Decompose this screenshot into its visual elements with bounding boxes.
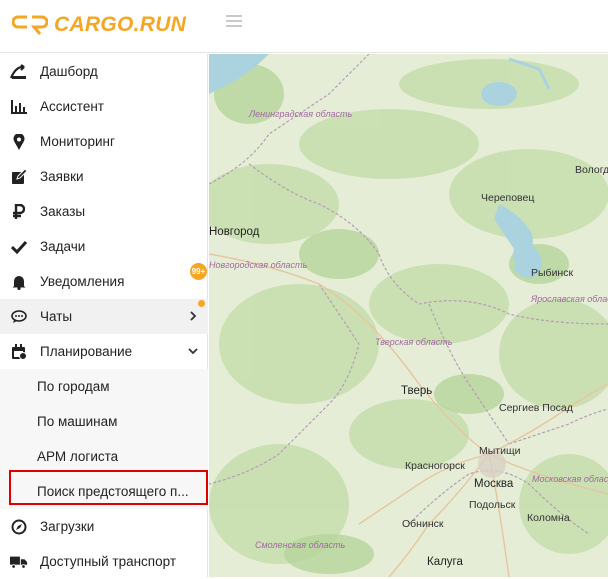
notifications-badge: 99+: [190, 263, 207, 280]
map-city-label: Красногорск: [405, 460, 465, 472]
chats-unread-dot: [198, 300, 205, 307]
map-city-label: Подольск: [469, 499, 516, 511]
sidebar-item-label: Планирование: [40, 344, 133, 359]
map-city-label: Тверь: [401, 385, 433, 397]
chat-icon: [10, 308, 28, 326]
map-city-label: Мытищи: [479, 445, 521, 457]
map-city-label: Калуга: [427, 556, 463, 568]
submenu-item-logist-workstation[interactable]: АРМ логиста: [0, 439, 208, 474]
sidebar-item-requests[interactable]: Заявки: [0, 159, 208, 194]
submenu-item-label: По машинам: [37, 414, 118, 429]
map-region-label: Новгородская область: [209, 260, 308, 270]
sidebar-item-label: Доступный транспорт: [40, 554, 177, 569]
sidebar-item-label: Чаты: [40, 309, 73, 324]
sidebar-item-label: Мониторинг: [40, 134, 115, 149]
map-city-label: Сергиев Посад: [499, 402, 573, 414]
edit-icon: [10, 168, 28, 186]
sidebar-item-orders[interactable]: Заказы: [0, 194, 208, 229]
compass-icon: [10, 518, 28, 536]
ruble-icon: [10, 203, 28, 221]
sidebar-item-label: Дашборд: [40, 64, 98, 79]
bell-icon: [10, 273, 28, 291]
map-background: [209, 54, 608, 577]
check-icon: [10, 238, 28, 256]
calendar-icon: [10, 343, 28, 361]
logo-icon: [12, 15, 48, 35]
menu-toggle-button[interactable]: [226, 15, 242, 29]
map-city-label: Москва: [474, 478, 514, 490]
map-region-label: Смоленская область: [255, 540, 346, 550]
map-city-label: Череповец: [481, 192, 535, 204]
sidebar-item-label: Задачи: [40, 239, 86, 254]
dashboard-icon: [10, 63, 28, 81]
submenu-item-label: АРМ логиста: [37, 449, 119, 464]
map-pin-icon: [10, 133, 28, 151]
logo-text: CARGO.RUN: [54, 13, 187, 36]
sidebar-item-available-transport[interactable]: Доступный транспорт: [0, 544, 208, 579]
sidebar-item-planning[interactable]: Планирование: [0, 334, 208, 369]
map-city-label: Обнинск: [402, 518, 444, 530]
top-bar: CARGO.RUN: [0, 0, 608, 53]
bar-chart-icon: [10, 98, 28, 116]
sidebar-item-label: Ассистент: [40, 99, 104, 114]
sidebar-item-dashboard[interactable]: Дашборд: [0, 54, 208, 89]
map-region-label: Московская область: [532, 474, 608, 484]
map-city-label: Вологда: [575, 164, 608, 176]
sidebar-item-label: Заказы: [40, 204, 86, 219]
sidebar-item-tasks[interactable]: Задачи: [0, 229, 208, 264]
submenu-item-upcoming-search[interactable]: Поиск предстоящего п...: [0, 474, 208, 509]
sidebar-item-notifications[interactable]: Уведомления: [0, 264, 208, 299]
chevron-right-icon: [190, 311, 197, 321]
sidebar: Дашборд Ассистент Мониторинг Заявки Зака…: [0, 54, 208, 577]
sidebar-item-monitoring[interactable]: Мониторинг: [0, 124, 208, 159]
map-region-label: Тверская область: [375, 337, 453, 347]
submenu-item-label: По городам: [37, 379, 110, 394]
submenu-item-by-cities[interactable]: По городам: [0, 369, 208, 404]
map-city-label: Рыбинск: [531, 267, 574, 279]
sidebar-item-chats[interactable]: Чаты: [0, 299, 208, 334]
truck-icon: [10, 553, 28, 571]
submenu-item-by-vehicles[interactable]: По машинам: [0, 404, 208, 439]
sidebar-item-assistant[interactable]: Ассистент: [0, 89, 208, 124]
submenu-item-label: Поиск предстоящего п...: [37, 484, 189, 499]
map-view[interactable]: Ленинградская область Новгородская облас…: [209, 54, 608, 577]
sidebar-item-label: Уведомления: [40, 274, 125, 289]
sidebar-item-label: Заявки: [40, 169, 84, 184]
map-city-label: Коломна: [527, 512, 570, 524]
sidebar-item-label: Загрузки: [40, 519, 95, 534]
chevron-down-icon: [188, 348, 198, 355]
map-region-label: Ленинградская область: [249, 109, 353, 119]
logo[interactable]: CARGO.RUN: [12, 11, 186, 39]
sidebar-item-loads[interactable]: Загрузки: [0, 509, 208, 544]
map-city-label: Новгород: [209, 226, 260, 238]
map-region-label: Ярославская область: [531, 294, 608, 304]
